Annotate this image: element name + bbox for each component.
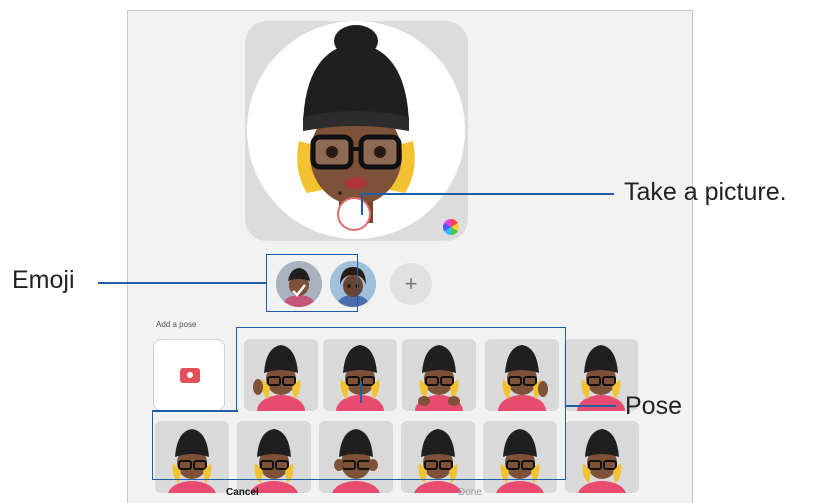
take-picture-leader-drop xyxy=(361,193,363,215)
done-button[interactable]: Done xyxy=(458,487,482,498)
emoji-callout-box xyxy=(266,254,358,312)
emoji-leader-line xyxy=(98,282,266,284)
pose-callout-step xyxy=(152,410,238,412)
take-picture-leader-line xyxy=(361,193,614,195)
add-icon: + xyxy=(404,271,418,296)
pose-callout-box-lower xyxy=(152,410,566,480)
take-picture-callout-label: Take a picture. xyxy=(624,178,787,206)
emoji-callout-label: Emoji xyxy=(12,266,75,294)
pose-callout-label: Pose xyxy=(625,392,682,420)
add-pose-label: Add a pose xyxy=(156,320,197,329)
take-picture-leader-vertical xyxy=(360,381,362,403)
pose-leader-line xyxy=(566,405,616,407)
cancel-button[interactable]: Cancel xyxy=(226,487,259,498)
camera-preview xyxy=(245,21,468,241)
camera-icon xyxy=(180,368,200,383)
shutter-button[interactable] xyxy=(337,197,371,231)
add-pose-camera-button[interactable] xyxy=(153,339,225,411)
pose-callout-box-upper xyxy=(236,327,566,411)
pose-item[interactable] xyxy=(565,421,639,493)
add-emoji-button[interactable]: + xyxy=(390,263,432,305)
color-palette-icon[interactable] xyxy=(443,219,459,235)
